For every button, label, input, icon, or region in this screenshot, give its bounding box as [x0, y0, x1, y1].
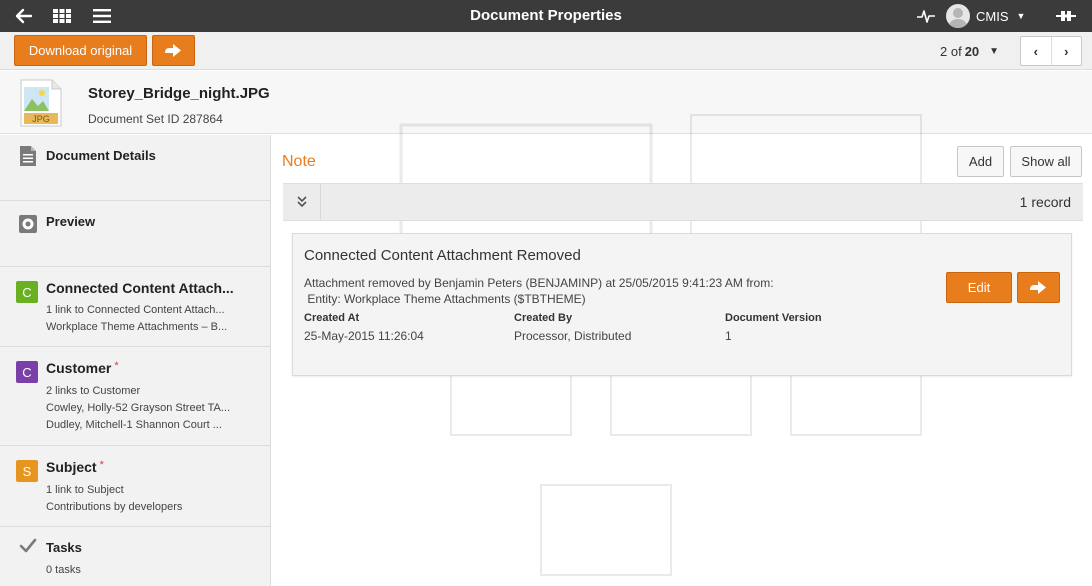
workflow-arrow-icon — [164, 43, 181, 57]
sidebar-item-label: Subject — [46, 459, 97, 475]
field-label: Created By — [514, 312, 573, 324]
eye-icon — [19, 215, 37, 233]
document-filename: Storey_Bridge_night.JPG — [88, 85, 270, 102]
field-value: Processor, Distributed — [514, 329, 632, 343]
expand-all-button[interactable] — [283, 184, 321, 220]
sidebar-item-label: Connected Content Attach... — [46, 280, 234, 296]
sidebar-item-detail: Workplace Theme Attachments – B... — [46, 321, 228, 333]
sidebar-item-detail: 1 link to Connected Content Attach... — [46, 304, 225, 316]
hamburger-menu-icon[interactable] — [90, 0, 114, 32]
server-plug-icon[interactable] — [1052, 0, 1080, 32]
sidebar-item-document-details[interactable]: Document Details — [0, 135, 270, 201]
sidebar-item-label-wrap: Subject * — [46, 459, 104, 475]
pager-navigation: ‹ › — [1020, 36, 1082, 66]
subject-badge-icon: S — [16, 460, 38, 482]
pager[interactable]: 2 of 20 ▼ — [940, 32, 999, 70]
sidebar-item-label: Document Details — [46, 148, 156, 163]
pager-current: 2 of — [940, 43, 962, 59]
file-type-label: JPG — [32, 114, 50, 124]
properties-sidebar: Document Details Preview C Connected Con… — [0, 135, 271, 586]
note-description: Attachment removed by Benjamin Peters (B… — [304, 276, 774, 306]
sidebar-item-detail: Cowley, Holly-52 Grayson Street TA... — [46, 402, 231, 414]
show-all-button[interactable]: Show all — [1010, 146, 1082, 177]
record-summary-bar: 1 record — [283, 183, 1083, 221]
previous-page-button[interactable]: ‹ — [1021, 37, 1052, 65]
connected-content-badge-icon: C — [16, 281, 38, 303]
app-header: Document Properties CMIS ▼ — [0, 0, 1092, 32]
note-card: Connected Content Attachment Removed Att… — [292, 233, 1072, 376]
field-value: 25-May-2015 11:26:04 — [304, 329, 424, 343]
required-marker: * — [99, 459, 104, 471]
sidebar-item-detail: Contributions by developers — [46, 501, 183, 513]
field-label: Document Version — [725, 312, 822, 324]
note-section-title: Note — [282, 153, 316, 170]
next-page-button[interactable]: › — [1052, 37, 1082, 65]
field-value: 1 — [725, 329, 732, 343]
sidebar-item-subject[interactable]: S Subject * 1 link to Subject Contributio… — [0, 446, 270, 527]
double-chevron-down-icon — [296, 196, 307, 208]
note-title: Connected Content Attachment Removed — [304, 247, 581, 264]
record-count: 1 record — [1019, 194, 1071, 210]
sidebar-item-tasks[interactable]: Tasks 0 tasks — [0, 527, 270, 586]
required-marker: * — [114, 360, 119, 372]
jpg-file-icon: JPG — [20, 79, 62, 127]
sidebar-item-detail: 2 links to Customer — [46, 385, 141, 397]
sidebar-item-label: Tasks — [46, 540, 82, 555]
sidebar-item-detail: 0 tasks — [46, 564, 81, 576]
action-toolbar: Download original 2 of 20 ▼ ‹ › — [0, 32, 1092, 70]
sidebar-item-detail: Dudley, Mitchell-1 Shannon Court ... — [46, 419, 222, 431]
user-name: CMIS — [976, 8, 1009, 24]
pager-total: 20 — [964, 43, 980, 59]
document-lines-icon — [20, 146, 36, 166]
document-set-id: Document Set ID 287864 — [88, 112, 223, 126]
field-label: Created At — [304, 312, 360, 324]
sidebar-item-detail: 1 link to Subject — [46, 484, 124, 496]
sidebar-item-preview[interactable]: Preview — [0, 201, 270, 267]
chevron-down-icon: ▼ — [1016, 11, 1026, 21]
workflow-arrow-icon — [1029, 280, 1046, 294]
note-panel: Note Add Show all 1 record Connected Con… — [271, 114, 1092, 586]
note-workflow-button[interactable] — [1017, 272, 1060, 303]
sidebar-item-label: Preview — [46, 214, 96, 229]
checkmark-icon — [19, 538, 37, 553]
pager-dropdown-icon: ▼ — [989, 45, 1000, 57]
customer-badge-icon: C — [16, 361, 38, 383]
add-note-button[interactable]: Add — [957, 146, 1004, 177]
sidebar-item-connected-content[interactable]: C Connected Content Attach... 1 link to … — [0, 267, 270, 347]
edit-note-button[interactable]: Edit — [946, 272, 1012, 303]
workflow-action-button[interactable] — [152, 35, 195, 66]
user-menu[interactable]: CMIS ▼ — [946, 0, 1025, 32]
sidebar-item-label: Customer — [46, 360, 112, 376]
back-arrow-icon[interactable] — [10, 0, 38, 32]
download-original-button[interactable]: Download original — [14, 35, 147, 66]
activity-pulse-icon[interactable] — [914, 0, 938, 32]
document-header: JPG Storey_Bridge_night.JPG Document Set… — [0, 71, 1092, 134]
user-avatar-icon — [946, 4, 970, 28]
apps-grid-icon[interactable] — [50, 0, 74, 32]
sidebar-item-customer[interactable]: C Customer * 2 links to Customer Cowley, … — [0, 347, 270, 446]
sidebar-item-label-wrap: Customer * — [46, 360, 119, 376]
